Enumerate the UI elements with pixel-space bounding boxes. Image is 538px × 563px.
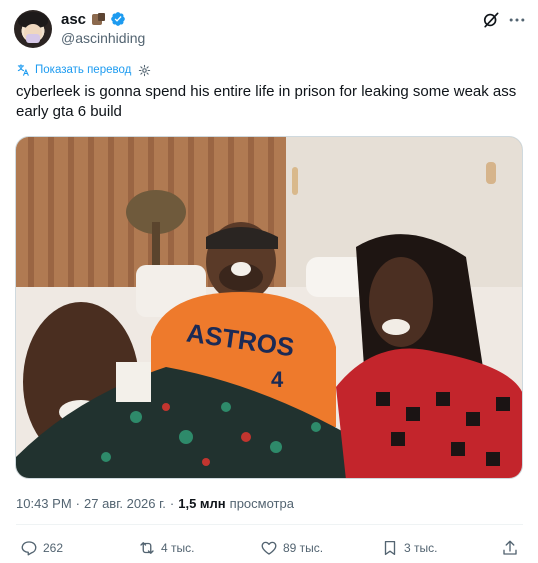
translate-link[interactable]: Показать перевод	[16, 63, 151, 77]
reply-count: 262	[43, 541, 64, 555]
verified-icon	[111, 12, 125, 26]
reply-button[interactable]: 262	[20, 536, 63, 560]
divider	[16, 524, 523, 525]
author-name-row: asc	[61, 9, 126, 29]
author-display-name[interactable]: asc	[61, 11, 86, 28]
translate-label: Показать перевод	[35, 64, 132, 76]
gear-icon[interactable]	[138, 64, 151, 77]
tweet-text: cyberleek is gonna spend his entire life…	[16, 83, 517, 120]
like-icon	[261, 541, 277, 555]
avatar-mask	[26, 34, 40, 43]
tweet-time[interactable]: 10:43 PM	[16, 496, 72, 511]
tweet-meta: 10:43 PM · 27 авг. 2026 г. · 1,5 млн про…	[16, 496, 294, 511]
avatar[interactable]	[14, 10, 52, 48]
tweet-card[interactable]: asc @ascinhiding Показать перевод cyberl…	[0, 0, 538, 563]
like-count: 89 тыс.	[283, 541, 324, 555]
share-icon	[503, 540, 517, 555]
retweet-button[interactable]: 4 тыс.	[138, 536, 194, 560]
share-button[interactable]	[501, 536, 519, 560]
meta-separator: ·	[169, 496, 175, 511]
bookmark-button[interactable]: 3 тыс.	[381, 536, 437, 560]
bookmark-icon	[384, 540, 396, 556]
globe-icon	[17, 64, 29, 76]
author-handle[interactable]: @ascinhiding	[61, 30, 145, 46]
reply-icon	[21, 541, 37, 556]
action-bar: 262 4 тыс. 89 тыс. 3 тыс.	[0, 536, 538, 560]
jersey-number: 4	[271, 367, 284, 392]
retweet-count: 4 тыс.	[161, 541, 195, 555]
retweet-icon	[140, 542, 154, 554]
views-count: 1,5 млн	[178, 496, 226, 511]
like-button[interactable]: 89 тыс.	[260, 536, 323, 560]
more-icon[interactable]	[507, 10, 527, 30]
bookmark-count: 3 тыс.	[404, 541, 438, 555]
video-frame: ASTROS 4	[16, 137, 522, 478]
tweet-media-video[interactable]: ASTROS 4	[15, 136, 523, 479]
tweet-date[interactable]: 27 авг. 2026 г.	[84, 496, 166, 511]
views-label: просмотра	[229, 496, 294, 511]
grok-icon[interactable]	[481, 10, 501, 30]
meta-separator: ·	[75, 496, 80, 511]
moai-emoji-icon	[90, 11, 106, 27]
